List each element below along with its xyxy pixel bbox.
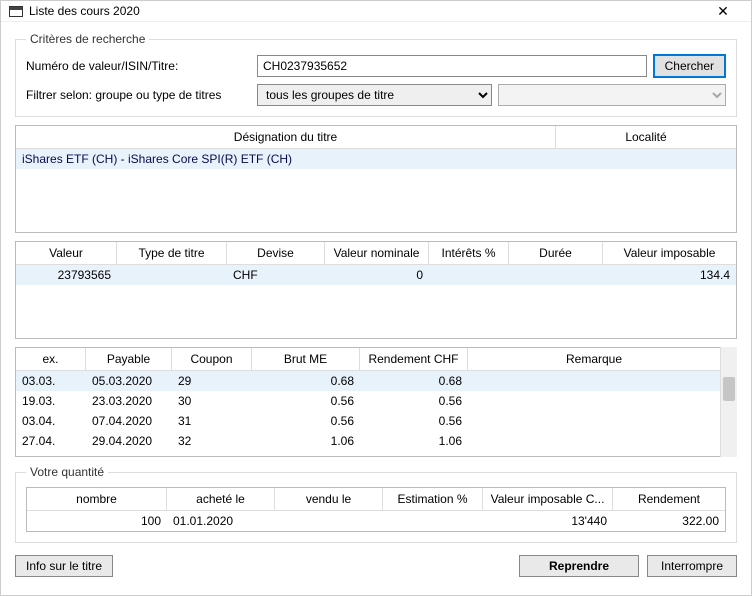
quantity-table: nombre acheté le vendu le Estimation % V…	[26, 487, 726, 532]
table-row[interactable]: 100 01.01.2020 13'440 322.00	[27, 511, 725, 531]
table-row[interactable]: 19.03.23.03.2020300.560.56	[16, 391, 720, 411]
col-achete[interactable]: acheté le	[167, 488, 275, 510]
col-imposable[interactable]: Valeur imposable	[603, 242, 736, 264]
scrollbar-thumb[interactable]	[723, 377, 735, 401]
criteria-fieldset: Critères de recherche Numéro de valeur/I…	[15, 32, 737, 117]
type-select[interactable]	[498, 84, 726, 106]
search-button[interactable]: Chercher	[653, 54, 726, 78]
col-qimposable[interactable]: Valeur imposable C...	[483, 488, 613, 510]
close-icon[interactable]: ✕	[703, 3, 743, 20]
col-type[interactable]: Type de titre	[117, 242, 227, 264]
value-table: Valeur Type de titre Devise Valeur nomin…	[15, 241, 737, 339]
col-ex[interactable]: ex.	[16, 348, 86, 370]
col-qrendement[interactable]: Rendement	[613, 488, 725, 510]
reprendre-button[interactable]: Reprendre	[519, 555, 639, 577]
col-brut[interactable]: Brut ME	[252, 348, 360, 370]
quantity-fieldset: Votre quantité nombre acheté le vendu le…	[15, 465, 737, 543]
isin-input[interactable]	[257, 55, 647, 77]
col-rendement[interactable]: Rendement CHF	[360, 348, 468, 370]
info-button[interactable]: Info sur le titre	[15, 555, 113, 577]
criteria-legend: Critères de recherche	[26, 32, 149, 46]
col-duree[interactable]: Durée	[509, 242, 603, 264]
window-title: Liste des cours 2020	[29, 4, 703, 18]
col-coupon[interactable]: Coupon	[172, 348, 252, 370]
coupons-wrap: ex. Payable Coupon Brut ME Rendement CHF…	[15, 347, 737, 457]
col-payable[interactable]: Payable	[86, 348, 172, 370]
table-row[interactable]: 03.03.05.03.2020290.680.68	[16, 371, 720, 391]
table-row[interactable]: iShares ETF (CH) - iShares Core SPI(R) E…	[16, 149, 736, 169]
group-select[interactable]: tous les groupes de titre	[257, 84, 492, 106]
col-designation[interactable]: Désignation du titre	[16, 126, 556, 148]
col-nominal[interactable]: Valeur nominale	[325, 242, 429, 264]
isin-label: Numéro de valeur/ISIN/Titre:	[26, 59, 251, 73]
quantity-legend: Votre quantité	[26, 465, 108, 479]
col-nombre[interactable]: nombre	[27, 488, 167, 510]
coupons-table: ex. Payable Coupon Brut ME Rendement CHF…	[15, 347, 720, 457]
titles-table: Désignation du titre Localité iShares ET…	[15, 125, 737, 233]
col-remarque[interactable]: Remarque	[468, 348, 720, 370]
col-interets[interactable]: Intérêts %	[429, 242, 509, 264]
col-locality[interactable]: Localité	[556, 126, 736, 148]
table-row[interactable]: 23793565 CHF 0 134.4	[16, 265, 736, 285]
col-valeur[interactable]: Valeur	[16, 242, 117, 264]
table-row[interactable]: 03.04.07.04.2020310.560.56	[16, 411, 720, 431]
scrollbar[interactable]	[720, 347, 737, 457]
table-row[interactable]: 27.04.29.04.2020321.061.06	[16, 431, 720, 451]
app-icon	[9, 6, 23, 17]
col-vendu[interactable]: vendu le	[275, 488, 383, 510]
interrompre-button[interactable]: Interrompre	[647, 555, 737, 577]
col-estimation[interactable]: Estimation %	[383, 488, 483, 510]
col-devise[interactable]: Devise	[227, 242, 325, 264]
titlebar: Liste des cours 2020 ✕	[1, 1, 751, 22]
filter-label: Filtrer selon: groupe ou type de titres	[26, 88, 251, 102]
